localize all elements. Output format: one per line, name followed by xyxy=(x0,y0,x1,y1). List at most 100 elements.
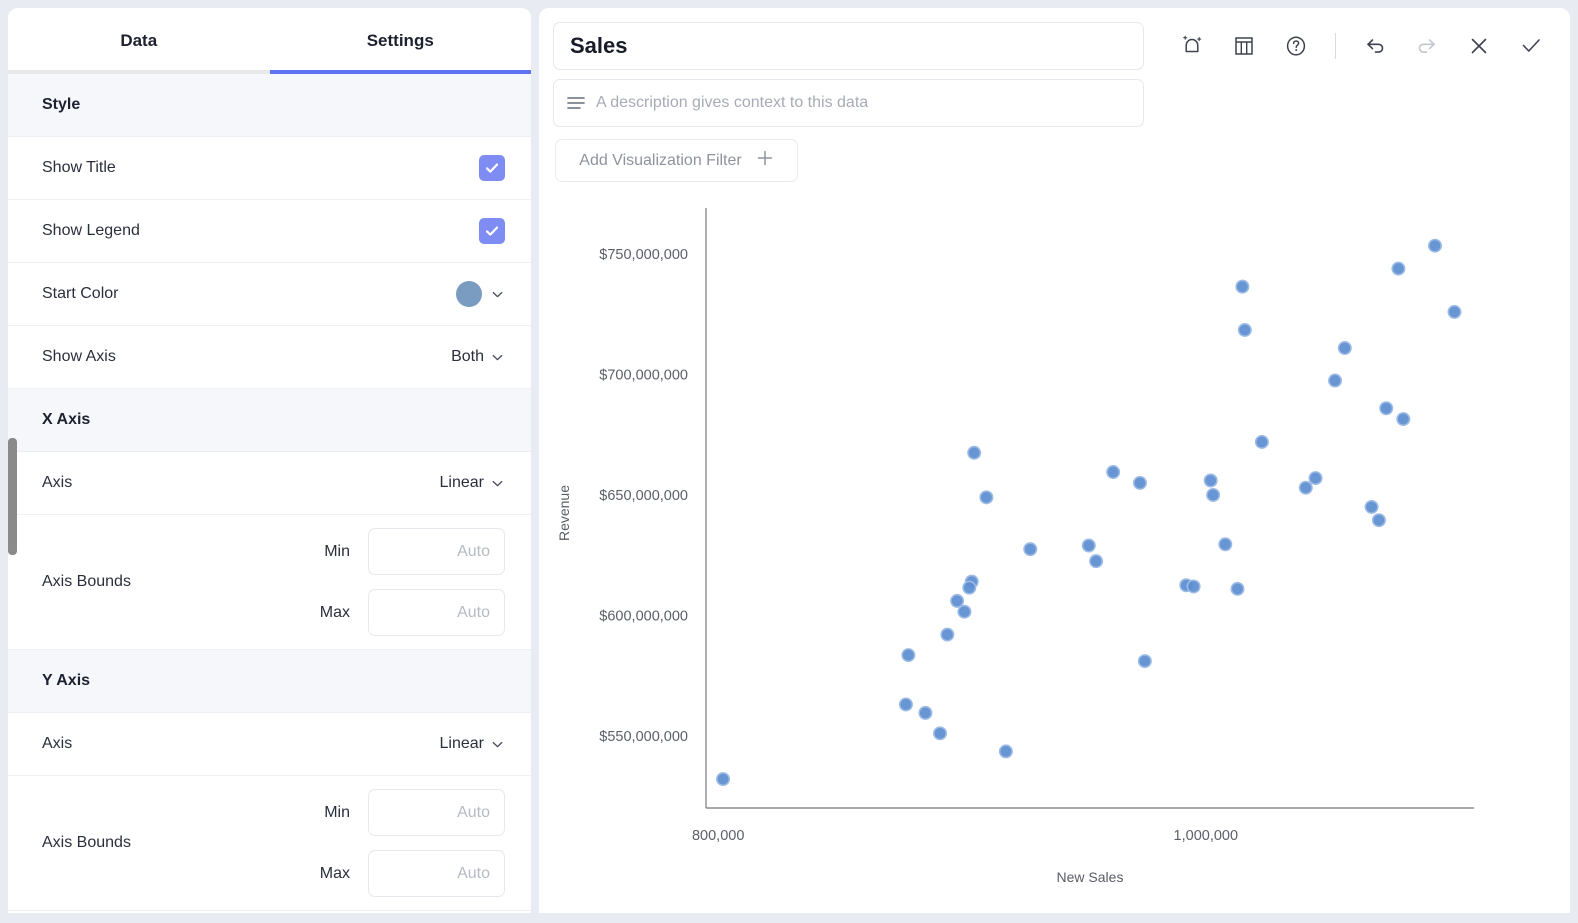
row-show-legend-label: Show Legend xyxy=(42,222,140,239)
section-header-x-axis: X Axis xyxy=(8,389,531,452)
chart-description-wrapper[interactable] xyxy=(553,79,1144,127)
panel-header-fields: Add Visualization Filter xyxy=(553,22,1144,182)
scatter-point[interactable] xyxy=(1298,480,1313,495)
close-icon[interactable] xyxy=(1464,31,1494,61)
x-axis-max-input[interactable] xyxy=(368,589,505,636)
x-axis-title: New Sales xyxy=(1057,869,1124,885)
scatter-point[interactable] xyxy=(1137,654,1152,669)
row-start-color-label: Start Color xyxy=(42,285,119,302)
row-show-legend[interactable]: Show Legend xyxy=(8,200,531,263)
ai-magic-icon[interactable] xyxy=(1177,31,1207,61)
row-x-axis-type-control: Linear xyxy=(440,474,505,492)
app-root: Data Settings Style Show Title Show Lege xyxy=(0,0,1578,923)
tab-data-label: Data xyxy=(120,31,158,50)
scatter-point[interactable] xyxy=(1308,471,1323,486)
show-title-checkbox[interactable] xyxy=(479,155,505,181)
row-start-color[interactable]: Start Color xyxy=(8,263,531,326)
tab-settings[interactable]: Settings xyxy=(270,8,532,74)
start-color-swatch[interactable] xyxy=(456,281,482,307)
scatter-point[interactable] xyxy=(918,705,933,720)
scatter-point[interactable] xyxy=(1391,261,1406,276)
help-icon[interactable] xyxy=(1281,31,1311,61)
show-legend-checkbox[interactable] xyxy=(479,218,505,244)
row-x-axis-bounds-label: Axis Bounds xyxy=(42,573,131,590)
row-y-axis-bounds-label: Axis Bounds xyxy=(42,834,131,851)
y-axis-title: Revenue xyxy=(556,485,572,541)
scatter-point[interactable] xyxy=(957,604,972,619)
scatter-point[interactable] xyxy=(716,772,731,787)
y-axis-max-input[interactable] xyxy=(368,850,505,897)
scatter-point[interactable] xyxy=(1206,487,1221,502)
x-axis-type-select[interactable]: Linear xyxy=(440,474,505,492)
sidebar-scrollbar-thumb[interactable] xyxy=(8,438,17,555)
y-axis-type-value: Linear xyxy=(439,735,484,752)
x-axis-min-input[interactable] xyxy=(368,528,505,575)
scatter-point[interactable] xyxy=(1106,465,1121,480)
sidebar-tabs: Data Settings xyxy=(8,8,531,74)
scatter-point[interactable] xyxy=(998,744,1013,759)
y-axis-max-label: Max xyxy=(319,864,350,882)
scatter-point[interactable] xyxy=(1337,341,1352,356)
scatter-point[interactable] xyxy=(1447,304,1462,319)
section-header-x-axis-label: X Axis xyxy=(42,411,91,428)
chevron-down-icon[interactable] xyxy=(490,287,505,302)
y-axis-min-input[interactable] xyxy=(368,789,505,836)
scatter-point[interactable] xyxy=(962,580,977,595)
row-y-axis-type-label: Axis xyxy=(42,735,73,752)
panel-header: Add Visualization Filter xyxy=(539,8,1570,182)
chevron-down-icon xyxy=(490,350,505,365)
section-header-style: Style xyxy=(8,74,531,137)
scatter-point[interactable] xyxy=(1081,538,1096,553)
row-y-axis-type[interactable]: Axis Linear xyxy=(8,713,531,776)
redo-icon[interactable] xyxy=(1412,31,1442,61)
scatter-point[interactable] xyxy=(979,490,994,505)
scatter-point[interactable] xyxy=(1427,238,1442,253)
row-show-title[interactable]: Show Title xyxy=(8,137,531,200)
chart-title-input[interactable] xyxy=(553,22,1144,70)
y-axis-tick-label: $650,000,000 xyxy=(599,488,688,504)
x-axis-tick-label: 800,000 xyxy=(692,828,744,844)
scatter-point[interactable] xyxy=(898,697,913,712)
check-icon[interactable] xyxy=(1516,31,1546,61)
x-axis-bounds-fields: Min Max xyxy=(308,528,505,636)
x-axis-type-value: Linear xyxy=(439,474,484,491)
scatter-point[interactable] xyxy=(1230,581,1245,596)
scatter-point[interactable] xyxy=(1237,322,1252,337)
y-axis-type-select[interactable]: Linear xyxy=(440,735,505,753)
row-x-axis-type[interactable]: Axis Linear xyxy=(8,452,531,515)
x-axis-min-label: Min xyxy=(324,542,350,560)
scatter-point[interactable] xyxy=(1023,542,1038,557)
scatter-point[interactable] xyxy=(940,627,955,642)
scatter-point[interactable] xyxy=(1235,279,1250,294)
y-axis-tick-label: $750,000,000 xyxy=(599,247,688,263)
scatter-point[interactable] xyxy=(1218,537,1233,552)
scatter-point[interactable] xyxy=(1203,473,1218,488)
tab-data[interactable]: Data xyxy=(8,8,270,74)
scatter-point[interactable] xyxy=(1186,579,1201,594)
chart-description-input[interactable] xyxy=(596,94,1131,112)
scatter-point[interactable] xyxy=(1379,401,1394,416)
undo-icon[interactable] xyxy=(1360,31,1390,61)
y-axis-tick-label: $550,000,000 xyxy=(599,729,688,745)
row-y-axis-bounds: Axis Bounds Min Max xyxy=(8,776,531,911)
scatter-point[interactable] xyxy=(933,726,948,741)
show-axis-select[interactable]: Both xyxy=(451,348,505,366)
toolbar-divider xyxy=(1335,33,1336,59)
scatter-point[interactable] xyxy=(1254,434,1269,449)
scatter-point[interactable] xyxy=(1364,499,1379,514)
scatter-point[interactable] xyxy=(1328,373,1343,388)
y-axis-min-field: Min xyxy=(308,789,505,836)
table-icon[interactable] xyxy=(1229,31,1259,61)
add-visualization-filter-button[interactable]: Add Visualization Filter xyxy=(555,139,798,182)
scatter-point[interactable] xyxy=(1132,475,1147,490)
scatter-point[interactable] xyxy=(950,593,965,608)
row-show-axis[interactable]: Show Axis Both xyxy=(8,326,531,389)
scatter-point[interactable] xyxy=(1371,513,1386,528)
row-show-title-label: Show Title xyxy=(42,159,116,176)
scatter-point[interactable] xyxy=(967,445,982,460)
scatter-point[interactable] xyxy=(901,648,916,663)
scatter-point[interactable] xyxy=(1089,554,1104,569)
section-header-y-axis-label: Y Axis xyxy=(42,672,91,689)
scatter-point[interactable] xyxy=(1396,412,1411,427)
x-axis-tick-label: 1,000,000 xyxy=(1174,828,1239,844)
